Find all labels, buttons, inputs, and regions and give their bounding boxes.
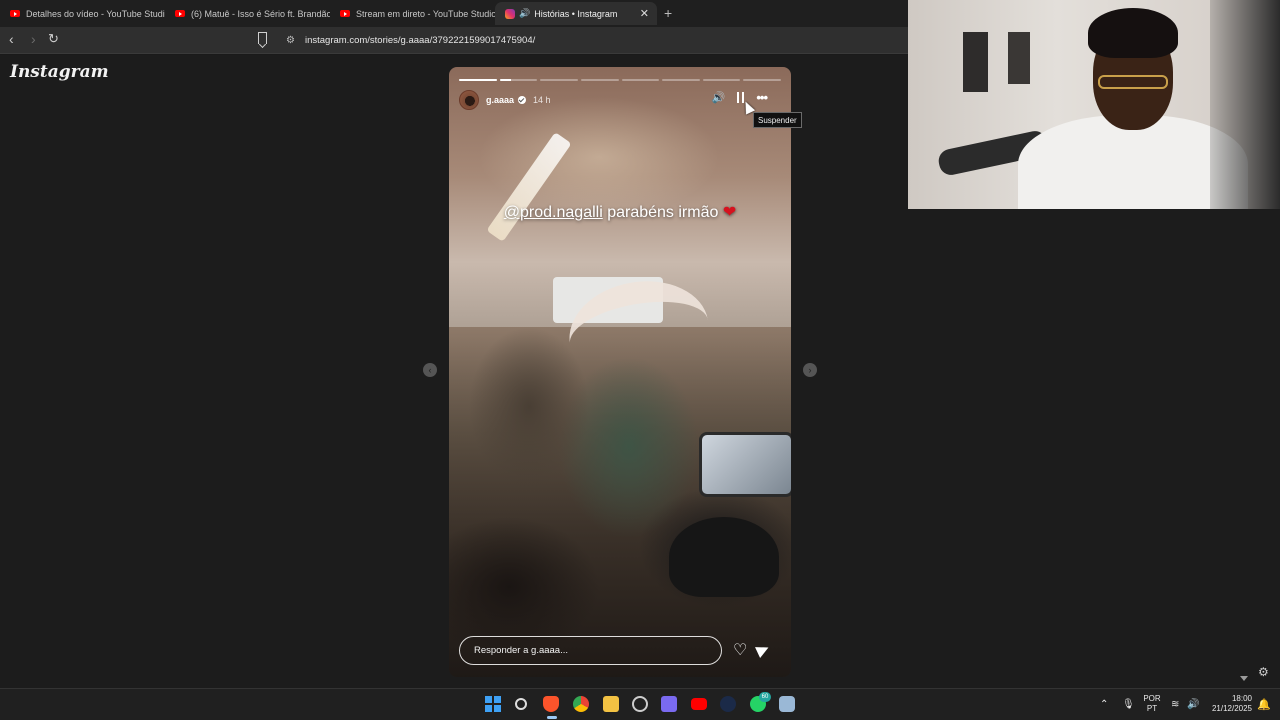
youtube-icon [10, 10, 20, 17]
brave-icon[interactable] [543, 696, 559, 712]
story-media-cap [669, 517, 779, 597]
folder-icon[interactable] [603, 696, 619, 712]
tab-title: Histórias • Instagram [534, 8, 618, 19]
speaker-icon[interactable]: 🔊 [519, 8, 530, 19]
webcam-person-hair [1088, 8, 1178, 58]
language-code: POR [1143, 694, 1161, 703]
chevron-left-icon[interactable]: ‹ [423, 363, 437, 377]
keyboard-code: PT [1146, 704, 1158, 713]
caption-text: parabéns irmão [602, 204, 723, 221]
discord-icon[interactable] [661, 696, 677, 712]
webcam-overlay [908, 0, 1280, 209]
forward-icon[interactable]: › [31, 31, 36, 47]
new-tab-button[interactable]: + [664, 5, 672, 21]
youtube-icon [175, 10, 185, 17]
webcam-wall-frame [963, 32, 988, 92]
search-icon[interactable] [515, 698, 527, 710]
instagram-logo[interactable]: Instagram [10, 62, 109, 82]
site-info-icon[interactable]: ⚙ [286, 35, 295, 46]
reply-input[interactable] [459, 635, 722, 665]
chrome-icon[interactable] [573, 696, 589, 712]
volume-icon[interactable]: 🔊 [712, 91, 726, 104]
webcam-person-glasses [1098, 75, 1168, 89]
progress-segment [540, 79, 578, 81]
story-caption: @prod.nagalli parabéns irmão ❤ [449, 202, 791, 222]
scroll-down-arrow-icon[interactable] [1240, 676, 1248, 681]
microphone-icon[interactable]: 🎙 [1122, 688, 1135, 720]
heart-emoji: ❤ [722, 204, 737, 221]
story-username[interactable]: g.aaaa [486, 95, 514, 105]
webcam-wall-frame [1008, 32, 1030, 84]
clock-date: 21/12/2025 [1211, 704, 1252, 713]
story-time: 14 h [533, 95, 551, 105]
story-header: g.aaaa 14 h 🔊 ••• [459, 89, 781, 111]
reload-icon[interactable]: ↻ [48, 31, 59, 47]
progress-segment [662, 79, 700, 81]
progress-segment [621, 79, 660, 81]
clock-time: 18:00 [1231, 694, 1252, 703]
youtube-icon[interactable] [691, 698, 707, 710]
heart-icon[interactable]: ♡ [733, 640, 747, 660]
tab-youtube-stream[interactable]: Stream em direto - YouTube Studio [330, 2, 495, 25]
tab-title: (6) Matuê - Isso é Sério ft. Brandão - [191, 8, 330, 19]
clock[interactable]: 18:00 21/12/2025 [1208, 688, 1252, 720]
whatsapp-badge: 60 [759, 692, 771, 702]
progress-segment [459, 79, 497, 81]
bookmark-icon[interactable] [258, 32, 267, 44]
progress-segment [580, 79, 619, 81]
app-icon[interactable] [779, 696, 795, 712]
language-indicator[interactable]: POR PT [1142, 688, 1162, 720]
story-viewer[interactable]: g.aaaa 14 h 🔊 ••• @prod.nagalli parabéns… [449, 67, 791, 677]
avatar[interactable] [459, 90, 479, 110]
reply-bar: ♡ [459, 635, 781, 665]
back-icon[interactable]: ‹ [9, 31, 14, 47]
send-icon[interactable] [755, 642, 772, 658]
youtube-icon [340, 10, 350, 17]
progress-fill [499, 79, 511, 81]
verified-badge-icon [518, 96, 527, 104]
instagram-icon [505, 8, 515, 19]
tab-youtube-matue[interactable]: (6) Matuê - Isso é Sério ft. Brandão - [165, 2, 330, 25]
webcam-shadow [1210, 0, 1280, 209]
progress-segment [499, 79, 538, 81]
app-icon[interactable] [632, 696, 648, 712]
story-progress-bar [459, 79, 781, 81]
progress-segment [743, 79, 781, 81]
tab-title: Stream em direto - YouTube Studio [356, 8, 495, 19]
more-icon[interactable]: ••• [756, 91, 768, 104]
url-text[interactable]: instagram.com/stories/g.aaaa/37922215990… [305, 35, 535, 46]
wifi-icon[interactable]: ≋ [1171, 688, 1179, 720]
windows-start-icon[interactable] [485, 696, 501, 712]
close-tab-icon[interactable]: ✕ [640, 7, 649, 20]
address-bar[interactable]: ⚙ instagram.com/stories/g.aaaa/379222159… [280, 30, 908, 51]
tab-title: Detalhes do vídeo - YouTube Studio [26, 8, 165, 19]
caption-mention[interactable]: @prod.nagalli [504, 204, 603, 221]
pause-tooltip: Suspender [753, 112, 802, 128]
notification-icon[interactable]: 🔔 [1257, 688, 1271, 720]
volume-icon[interactable]: 🔊 [1187, 688, 1199, 720]
chevron-up-icon[interactable]: ⌃ [1100, 688, 1108, 720]
tab-youtube-studio-details[interactable]: Detalhes do vídeo - YouTube Studio [0, 2, 165, 25]
progress-fill [459, 79, 497, 81]
story-media-phone [699, 432, 791, 497]
story-media-light [486, 132, 572, 242]
chevron-right-icon[interactable]: › [803, 363, 817, 377]
progress-segment [702, 79, 741, 81]
gear-icon[interactable]: ⚙ [1258, 665, 1269, 679]
tab-instagram-stories[interactable]: 🔊 Histórias • Instagram ✕ [495, 2, 657, 25]
active-app-indicator [547, 716, 557, 719]
steam-icon[interactable] [720, 696, 736, 712]
